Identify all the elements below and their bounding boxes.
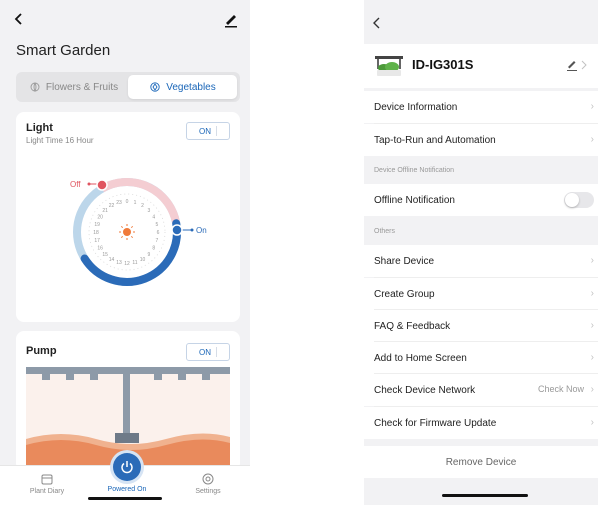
hour-label: 1 [134,200,137,206]
section-header-offline: Device Offline Notification [364,157,598,183]
pump-title: Pump [26,345,57,357]
chevron-right-icon: › [590,255,594,266]
sun-icon [119,224,135,240]
back-arrow-icon[interactable] [372,16,382,32]
row-create-group[interactable]: Create Group › [364,278,598,310]
hour-label: 8 [152,246,155,252]
hour-label: 2 [141,203,144,209]
hour-label: 11 [132,260,137,266]
hour-label: 16 [97,246,103,252]
light-card: Light Light Time 16 Hour ON 22 23 0 1 2 3 4 5 6 7… [16,112,240,322]
hour-label: 7 [156,238,159,244]
device-name: ID-IG301S [412,57,474,72]
hour-label: 12 [124,261,130,267]
vegetable-icon [150,82,160,92]
tab-flowers-fruits[interactable]: Flowers & Fruits [19,75,128,99]
tab-label: Vegetables [166,81,216,93]
hour-label: 0 [126,199,129,205]
row-label: Check Device Network [374,384,476,396]
hour-label: 3 [148,208,151,214]
on-handle[interactable] [171,224,183,236]
flower-icon [30,82,40,93]
pump-card: Pump ON [16,331,240,471]
row-tap-to-run[interactable]: Tap-to-Run and Automation › [364,124,598,156]
check-now-link[interactable]: Check Now [538,384,584,394]
row-label: Check for Firmware Update [374,417,497,429]
row-add-to-home-screen[interactable]: Add to Home Screen › [364,342,598,374]
calendar-icon [41,474,53,485]
edit-pencil-icon[interactable] [224,12,238,28]
page-title: Smart Garden [16,42,111,59]
back-arrow-icon[interactable] [12,12,28,28]
hour-label: 4 [152,215,155,221]
power-icon [121,461,133,474]
hour-label: 20 [97,215,103,221]
hour-label: 13 [116,260,122,266]
tab-vegetables[interactable]: Vegetables [128,75,237,99]
row-label: Tap-to-Run and Automation [374,134,496,146]
hour-label: 22 [109,203,115,209]
row-check-device-network[interactable]: Check Device Network Check Now › [364,374,598,406]
nav-settings[interactable]: Settings [178,472,238,495]
hour-label: 6 [157,230,160,236]
home-indicator [88,497,162,500]
hour-label: 5 [156,222,159,228]
chevron-right-icon: › [590,384,594,395]
on-pointer-dot [190,228,194,232]
row-device-information[interactable]: Device Information › [364,91,598,123]
rename-button[interactable] [566,58,588,72]
row-firmware-update[interactable]: Check for Firmware Update › [364,407,598,439]
row-label: Device Information [374,101,458,113]
row-offline-notification: Offline Notification [364,184,598,216]
hour-label: 18 [93,230,99,236]
hour-label: 21 [102,208,108,214]
hour-label: 10 [140,257,146,263]
pump-toggle[interactable]: ON [186,343,230,361]
light-schedule-dial[interactable]: 2223 0 123456789101112131415161718192021 O… [16,112,240,322]
chevron-right-icon: › [590,352,594,363]
row-label: Offline Notification [374,194,455,206]
off-handle[interactable] [96,179,108,191]
category-segmented-control: Flowers & Fruits Vegetables [16,72,240,102]
row-faq-feedback[interactable]: FAQ & Feedback › [364,310,598,342]
on-label: On [196,226,207,235]
row-label: Add to Home Screen [374,352,467,364]
hour-label: 15 [102,252,108,258]
power-button[interactable] [113,453,141,481]
gear-icon [202,473,214,485]
chevron-right-icon: › [590,134,594,145]
remove-device-button[interactable]: Remove Device [364,446,598,478]
chevron-right-icon: › [590,320,594,331]
hour-label: 23 [116,200,122,206]
off-pointer-dot [87,182,91,186]
device-settings-screen: ID-IG301S Device Information › Tap-to-Run… [364,0,598,505]
hour-label: 19 [94,222,100,228]
smart-garden-screen: Smart Garden Flowers & Fruits Vegetables… [0,0,250,505]
switch-knob [565,193,579,207]
row-share-device[interactable]: Share Device › [364,245,598,277]
row-label: FAQ & Feedback [374,320,451,332]
chevron-right-icon: › [590,417,594,428]
device-header: ID-IG301S [364,44,598,88]
hour-label: 17 [94,238,100,244]
row-label: Share Device [374,255,435,267]
off-label: Off [70,180,81,189]
edit-pencil-icon [567,60,587,71]
toggle-handle [216,347,226,357]
chevron-right-icon: › [590,101,594,112]
home-indicator [442,494,528,497]
device-thumbnail [375,56,403,76]
offline-notification-switch[interactable] [564,192,594,208]
nav-label: Plant Diary [29,488,65,495]
hour-label: 9 [148,252,151,258]
nav-label: Settings [195,488,221,495]
section-header-others: Others [364,218,598,244]
row-label: Create Group [374,288,435,300]
power-label: Powered On [107,486,147,493]
hour-label: 14 [109,257,115,263]
chevron-right-icon: › [590,288,594,299]
tab-label: Flowers & Fruits [45,81,119,93]
nav-plant-diary[interactable]: Plant Diary [17,472,77,495]
toggle-state: ON [199,347,211,357]
